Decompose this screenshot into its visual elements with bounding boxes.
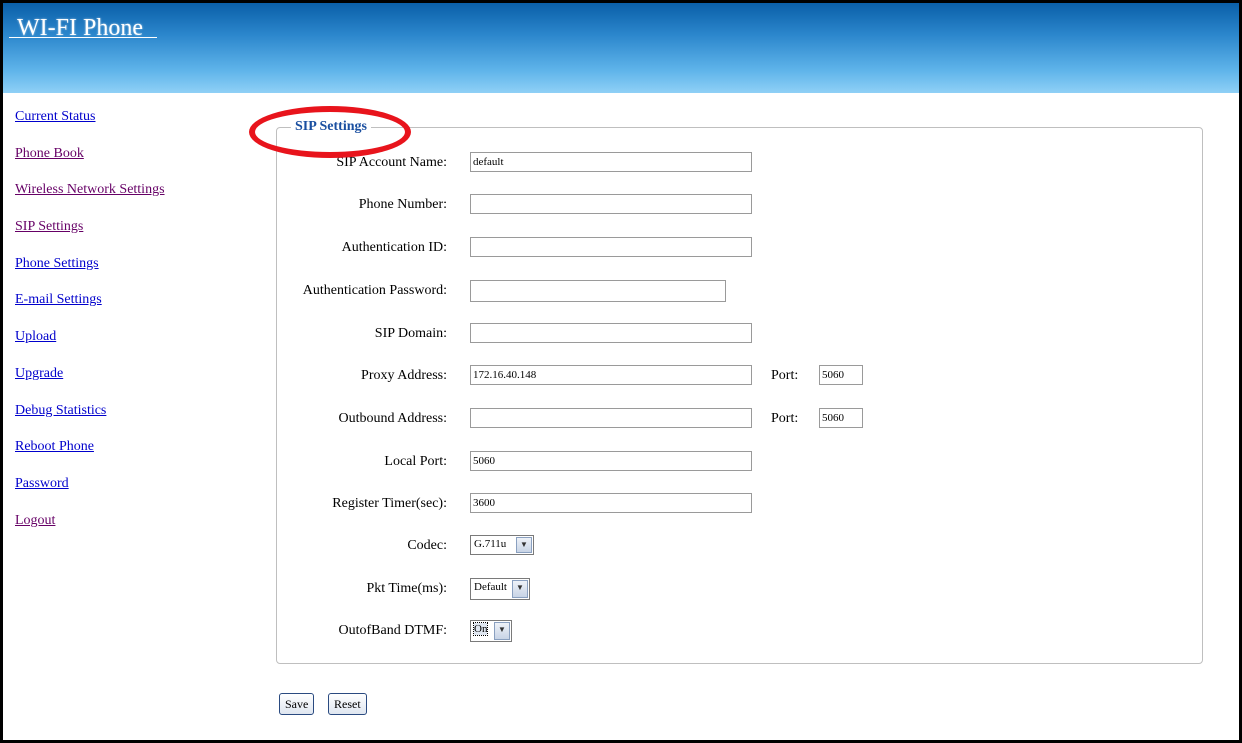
nav-phone-settings[interactable]: Phone Settings [15, 256, 165, 293]
row-local-port: Local Port: 5060 [277, 451, 1203, 473]
label-dtmf: OutofBand DTMF: [338, 623, 448, 638]
nav-email-settings[interactable]: E-mail Settings [15, 292, 165, 329]
account-name-input[interactable]: default [470, 152, 752, 172]
label-sip-domain: SIP Domain: [374, 326, 447, 341]
sidebar-nav: Current Status Phone Book Wireless Netwo… [15, 109, 165, 549]
row-sip-domain: SIP Domain: [277, 323, 1203, 345]
chevron-down-icon[interactable]: ▼ [516, 537, 532, 553]
proxy-port-input[interactable]: 5060 [819, 365, 863, 385]
label-register-timer: Register Timer(sec): [332, 496, 447, 511]
dtmf-value: On [472, 622, 489, 636]
row-proxy-address: Proxy Address: 172.16.40.148 Port: 5060 [277, 365, 1203, 387]
nav-reboot-phone[interactable]: Reboot Phone [15, 439, 165, 476]
label-auth-id: Authentication ID: [341, 240, 447, 255]
chevron-down-icon[interactable]: ▼ [512, 580, 528, 598]
nav-logout[interactable]: Logout [15, 513, 165, 550]
outbound-port-input[interactable]: 5060 [819, 408, 863, 428]
row-auth-id: Authentication ID: [277, 237, 1203, 259]
auth-id-input[interactable] [470, 237, 752, 257]
local-port-input[interactable]: 5060 [470, 451, 752, 471]
row-account-name: SIP Account Name: default [277, 152, 1203, 174]
label-outbound-port: Port: [771, 411, 799, 426]
pkt-time-value: Default [474, 581, 507, 593]
label-local-port: Local Port: [384, 454, 447, 469]
label-outbound-address: Outbound Address: [338, 411, 448, 426]
nav-upload[interactable]: Upload [15, 329, 165, 366]
nav-password[interactable]: Password [15, 476, 165, 513]
row-pkt-time: Pkt Time(ms): Default ▼ [277, 578, 1203, 600]
pkt-time-select[interactable]: Default ▼ [470, 578, 530, 600]
nav-wireless-network-settings[interactable]: Wireless Network Settings [15, 182, 165, 219]
phone-number-input[interactable] [470, 194, 752, 214]
codec-value: G.711u [474, 538, 507, 550]
row-outbound-address: Outbound Address: Port: 5060 [277, 408, 1203, 430]
auth-password-input[interactable] [470, 280, 726, 302]
proxy-address-input[interactable]: 172.16.40.148 [470, 365, 752, 385]
title-underline [9, 37, 157, 38]
label-proxy-port: Port: [771, 368, 799, 383]
reset-button[interactable]: Reset [328, 693, 367, 715]
label-proxy-address: Proxy Address: [361, 368, 447, 383]
dtmf-select[interactable]: On ▼ [470, 620, 512, 642]
row-phone-number: Phone Number: [277, 194, 1203, 216]
nav-debug-statistics[interactable]: Debug Statistics [15, 403, 165, 440]
row-auth-password: Authentication Password: [277, 280, 1203, 302]
label-auth-password: Authentication Password: [302, 283, 447, 298]
browser-page: WI-FI Phone Current Status Phone Book Wi… [0, 0, 1242, 743]
sip-domain-input[interactable] [470, 323, 752, 343]
register-timer-input[interactable]: 3600 [470, 493, 752, 513]
nav-current-status[interactable]: Current Status [15, 109, 165, 146]
label-pkt-time: Pkt Time(ms): [366, 581, 447, 596]
label-phone-number: Phone Number: [358, 197, 447, 212]
codec-select[interactable]: G.711u ▼ [470, 535, 534, 555]
nav-phone-book[interactable]: Phone Book [15, 146, 165, 183]
row-register-timer: Register Timer(sec): 3600 [277, 493, 1203, 515]
label-codec: Codec: [407, 538, 447, 553]
nav-upgrade[interactable]: Upgrade [15, 366, 165, 403]
nav-sip-settings[interactable]: SIP Settings [15, 219, 165, 256]
save-button[interactable]: Save [279, 693, 315, 715]
highlight-annotation [249, 106, 411, 158]
outbound-address-input[interactable] [470, 408, 752, 428]
row-dtmf: OutofBand DTMF: On ▼ [277, 620, 1203, 642]
row-codec: Codec: G.711u ▼ [277, 535, 1203, 557]
sip-form: SIP Account Name: default Phone Number: … [277, 3, 1203, 740]
chevron-down-icon[interactable]: ▼ [494, 622, 510, 640]
